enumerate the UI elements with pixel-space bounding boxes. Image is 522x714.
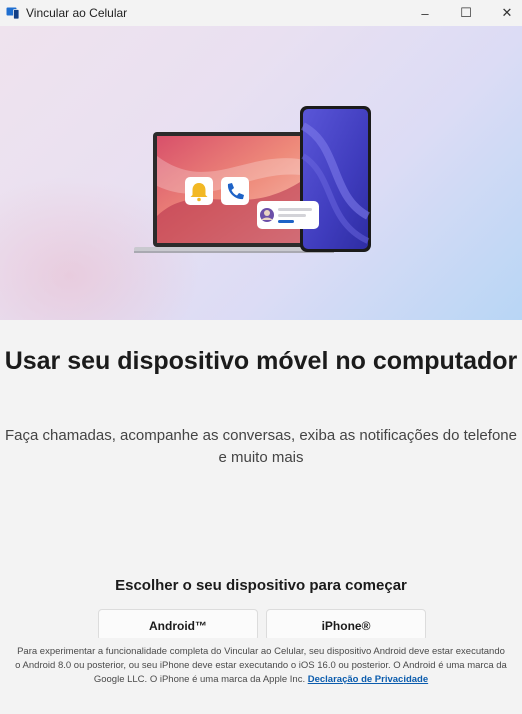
privacy-statement-link[interactable]: Declaração de Privacidade bbox=[308, 674, 428, 685]
iphone-button[interactable]: iPhone® bbox=[266, 609, 426, 641]
phone-illustration bbox=[300, 106, 371, 252]
title-bar: Vincular ao Celular – ☐ ✕ bbox=[0, 0, 522, 26]
message-avatar-icon bbox=[257, 201, 319, 229]
disclaimer-text: Para experimentar a funcionalidade compl… bbox=[15, 646, 507, 685]
bell-icon bbox=[185, 177, 213, 205]
devices-illustration bbox=[134, 106, 371, 253]
iphone-button-label: iPhone® bbox=[321, 619, 371, 633]
android-button-label: Android™ bbox=[149, 619, 207, 633]
close-button[interactable]: ✕ bbox=[488, 0, 522, 26]
android-button[interactable]: Android™ bbox=[98, 609, 258, 641]
window-title: Vincular ao Celular bbox=[26, 6, 128, 20]
hero-banner bbox=[0, 26, 522, 320]
requirements-disclaimer: Para experimentar a funcionalidade compl… bbox=[14, 645, 508, 687]
maximize-button[interactable]: ☐ bbox=[447, 0, 485, 26]
close-icon: ✕ bbox=[501, 5, 513, 20]
phone-call-icon bbox=[221, 177, 249, 205]
phone-link-app-icon bbox=[6, 7, 20, 20]
page-subtitle: Faça chamadas, acompanhe as conversas, e… bbox=[5, 427, 517, 466]
minimize-icon: – bbox=[421, 5, 429, 21]
choose-device-label: Escolher o seu dispositivo para começar bbox=[115, 577, 407, 594]
maximize-icon: ☐ bbox=[460, 5, 472, 20]
page-title: Usar seu dispositivo móvel no computador bbox=[4, 347, 518, 375]
minimize-button[interactable]: – bbox=[406, 0, 444, 26]
